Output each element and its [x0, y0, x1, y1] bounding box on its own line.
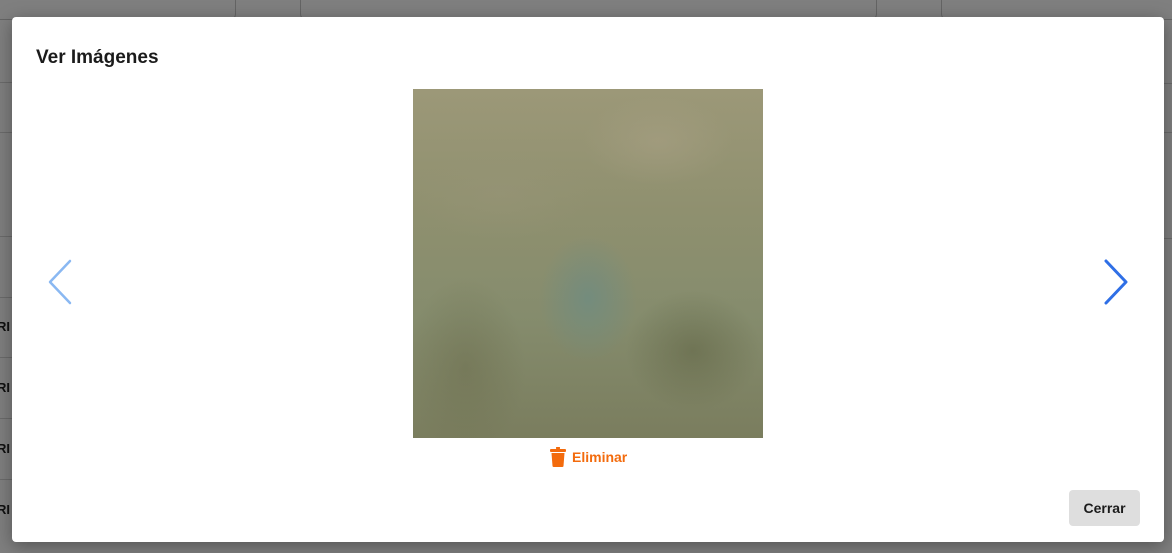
trash-icon	[550, 447, 566, 467]
image-preview	[413, 89, 763, 438]
close-button[interactable]: Cerrar	[1069, 490, 1140, 526]
dialog-title: Ver Imágenes	[36, 47, 159, 68]
delete-image-button[interactable]: Eliminar	[550, 445, 627, 469]
image-viewer-dialog: Ver Imágenes Eliminar Cerrar	[12, 17, 1164, 542]
previous-image-button[interactable]	[38, 255, 82, 311]
next-image-button[interactable]	[1094, 255, 1138, 311]
chevron-left-icon	[46, 258, 74, 309]
delete-label: Eliminar	[572, 449, 628, 465]
chevron-right-icon	[1102, 258, 1130, 309]
